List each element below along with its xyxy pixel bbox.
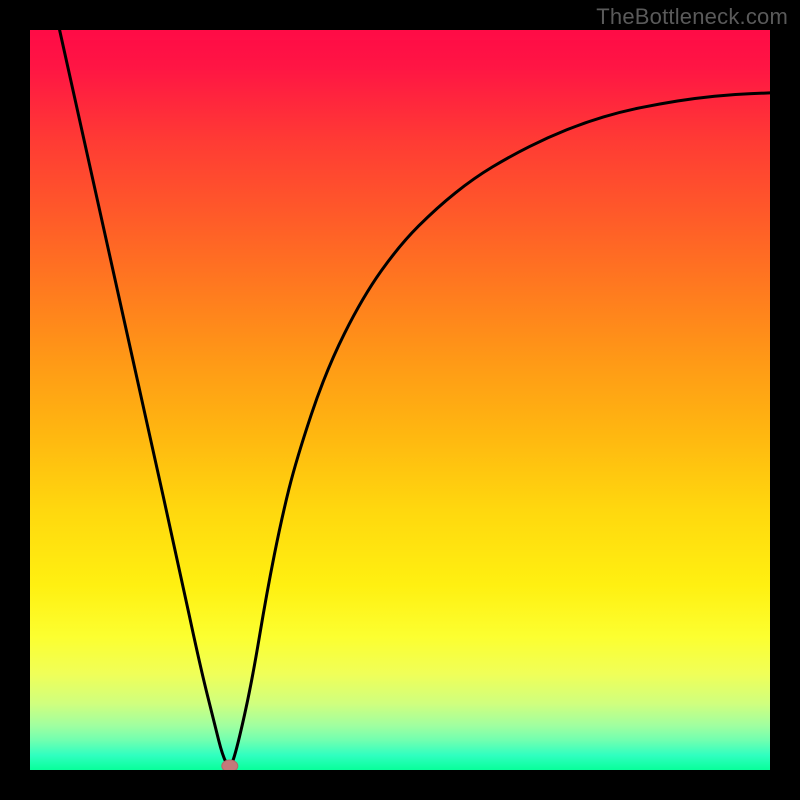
bottleneck-curve-line bbox=[60, 30, 770, 766]
curve-svg bbox=[30, 30, 770, 770]
chart-plot-area bbox=[30, 30, 770, 770]
minimum-marker bbox=[222, 760, 238, 770]
watermark-text: TheBottleneck.com bbox=[596, 4, 788, 30]
